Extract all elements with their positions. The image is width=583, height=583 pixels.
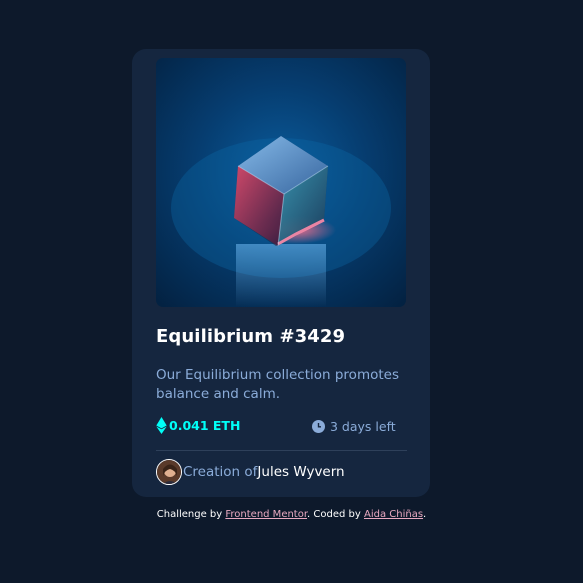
- price: 0.041 ETH: [156, 417, 240, 434]
- clock-icon: [312, 420, 325, 433]
- author-link[interactable]: Aida Chiñas: [364, 509, 423, 520]
- price-value: 0.041 ETH: [169, 418, 241, 433]
- attribution-middle: . Coded by: [307, 509, 364, 520]
- card-description: Our Equilibrium collection promotes bala…: [156, 367, 399, 402]
- creator-name-link[interactable]: Jules Wyvern: [257, 464, 344, 480]
- frontend-mentor-link[interactable]: Frontend Mentor: [225, 509, 307, 520]
- ethereum-icon: [156, 417, 167, 434]
- time-left-value: 3 days left: [330, 419, 396, 434]
- attribution-prefix: Challenge by: [156, 509, 226, 520]
- attribution: Challenge by Frontend Mentor. Coded by A…: [0, 509, 583, 520]
- nft-card: Equilibrium #3429 Our Equilibrium collec…: [132, 49, 430, 497]
- attribution-suffix: .: [423, 509, 427, 520]
- creator: Creation of Jules Wyvern: [156, 459, 345, 485]
- creator-prefix: Creation of: [183, 464, 258, 480]
- divider: [156, 450, 407, 451]
- time-left: 3 days left: [312, 419, 396, 434]
- equilibrium-image[interactable]: [156, 58, 406, 307]
- card-title[interactable]: Equilibrium #3429: [156, 326, 345, 347]
- avatar: [156, 459, 182, 485]
